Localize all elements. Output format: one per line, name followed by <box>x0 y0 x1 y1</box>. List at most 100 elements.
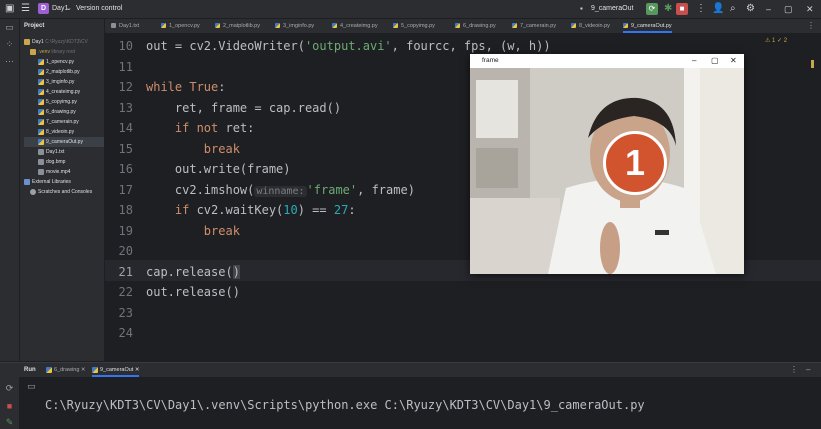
python-file-icon <box>38 58 44 65</box>
project-badge[interactable]: D <box>38 3 49 14</box>
frame-window[interactable]: frame – ▢ ✕ 1 <box>470 54 744 274</box>
close-icon[interactable]: ✕ <box>730 54 737 68</box>
code-line: out.write(frame) <box>146 162 291 176</box>
line-number: 10 <box>118 39 133 53</box>
tab-file[interactable]: 4_createimg.py <box>332 19 378 33</box>
maximize-icon[interactable]: ▢ <box>711 54 719 68</box>
tree-item-venv[interactable]: .venv library root <box>30 47 75 57</box>
line-number: 11 <box>118 59 133 74</box>
python-file-icon <box>38 108 44 115</box>
stop-icon[interactable]: ■ <box>4 401 15 412</box>
tab-day1-txt[interactable]: Day1.txt <box>111 19 139 33</box>
vcs-widget[interactable]: Version control <box>76 2 122 16</box>
tree-item-day1[interactable]: Day1 C:\Ryuzy\KDT3\CV <box>24 37 88 47</box>
gear-icon[interactable]: ⚙ <box>746 2 755 15</box>
tree-item-file[interactable]: 4_createimg.py <box>38 87 80 97</box>
inspection-status[interactable]: ⚠ 1 ✓ 2 <box>765 37 787 46</box>
text-file-icon <box>38 148 44 155</box>
tree-item-scratches[interactable]: Scratches and Consoles <box>30 187 92 197</box>
line-number: 14 <box>118 121 133 135</box>
python-file-icon <box>571 23 576 29</box>
python-icon <box>46 366 52 373</box>
line-number: 24 <box>118 326 133 340</box>
folder-icon[interactable]: ▭ <box>4 22 15 33</box>
run-toolbar: ⟳ ■ ✎ <box>0 377 19 429</box>
parameter-hint: winname: <box>254 185 307 197</box>
line-number: 20 <box>118 244 133 258</box>
scrollbar-marker[interactable] <box>811 60 814 68</box>
run-tab-6-drawing[interactable]: 6_drawing ✕ <box>46 363 86 377</box>
line-number: 16 <box>118 162 133 176</box>
project-panel-title[interactable]: Project <box>24 22 44 31</box>
tab-file[interactable]: 2_matplotlib.py <box>215 19 260 33</box>
console-output[interactable]: C:\Ryuzy\KDT3\CV\Day1\.venv\Scripts\pyth… <box>45 397 645 413</box>
line-number: 19 <box>118 223 133 238</box>
more-icon[interactable]: ⋮ <box>696 2 706 15</box>
line-number: 21 <box>118 264 133 279</box>
edit-icon[interactable]: ✎ <box>4 417 15 428</box>
python-file-icon <box>455 23 460 29</box>
run-tab-9-cameraout[interactable]: 9_cameraOut ✕ <box>92 363 140 377</box>
python-file-icon <box>38 68 44 75</box>
tree-item-file[interactable]: 8_videoin.py <box>38 127 74 137</box>
tree-item-file[interactable]: movie.mp4 <box>38 167 70 177</box>
line-number: 23 <box>118 305 133 320</box>
main-menu-icon[interactable]: ☰ <box>21 2 30 15</box>
line-number: 18 <box>118 203 133 217</box>
tab-menu-icon[interactable]: ⋮ <box>807 19 815 33</box>
tab-file[interactable]: 8_videoin.py <box>571 19 610 33</box>
minimize-icon[interactable]: – <box>692 54 696 68</box>
tab-file[interactable]: 3_imginfo.py <box>275 19 314 33</box>
stop-icon[interactable]: ■ <box>676 3 688 15</box>
minimize-icon[interactable]: – <box>806 363 810 377</box>
tree-item-file[interactable]: 6_drawing.py <box>38 107 76 117</box>
tab-file[interactable]: 1_opencv.py <box>161 19 200 33</box>
code-line: out.release() <box>146 285 240 299</box>
python-file-icon <box>512 23 517 29</box>
tree-item-file[interactable]: dog.bmp <box>38 157 65 167</box>
tab-file[interactable]: 6_drawing.py <box>455 19 496 33</box>
search-icon[interactable]: ⌕ <box>730 2 736 15</box>
code-line: if cv2.waitKey(10) == 27: <box>174 203 356 217</box>
rerun-icon[interactable]: ⟳ <box>4 383 15 394</box>
close-icon[interactable]: ✕ <box>81 367 86 373</box>
tab-file[interactable]: 7_camerain.py <box>512 19 556 33</box>
text-file-icon <box>111 23 116 29</box>
more-icon[interactable]: ⋮ <box>790 363 798 377</box>
step-number-badge: 1 <box>603 131 667 195</box>
python-file-icon <box>275 23 280 29</box>
python-file-icon <box>161 23 166 29</box>
tree-item-external-libraries[interactable]: External Libraries <box>24 177 71 187</box>
image-file-icon <box>38 158 44 165</box>
python-file-icon <box>38 138 44 145</box>
close-icon[interactable]: ✕ <box>806 2 814 16</box>
tree-item-file[interactable]: Day1.txt <box>38 147 64 157</box>
run-panel-title[interactable]: Run <box>24 363 36 377</box>
maximize-icon[interactable]: ▢ <box>784 2 793 16</box>
tab-active[interactable]: 9_cameraOut.py <box>623 19 672 33</box>
tree-item-file[interactable]: 2_matplotlib.py <box>38 67 80 77</box>
frame-window-titlebar[interactable]: frame – ▢ ✕ <box>470 54 744 68</box>
chevron-down-icon[interactable]: ⌄ <box>66 2 72 15</box>
python-icon: ▪ <box>580 4 583 13</box>
tree-item-file[interactable]: 5_copyimg.py <box>38 97 77 107</box>
tree-item-file[interactable]: 1_opencv.py <box>38 57 74 67</box>
editor-tabs: Day1.txt 1_opencv.py 2_matplotlib.py 3_i… <box>105 19 821 34</box>
tree-item-file[interactable]: 3_imginfo.py <box>38 77 74 87</box>
tree-item-selected[interactable]: 9_cameraOut.py <box>24 137 104 147</box>
tab-file[interactable]: 5_copyimg.py <box>393 19 435 33</box>
layout-icon[interactable]: ▭ <box>26 381 37 392</box>
close-icon[interactable]: ✕ <box>135 367 140 373</box>
debug-icon[interactable]: ✱ <box>664 2 672 15</box>
account-icon[interactable]: 👤 <box>712 2 724 15</box>
run-config-selector[interactable]: 9_cameraOut <box>591 2 633 16</box>
plugins-icon[interactable]: ⁘ <box>4 39 15 50</box>
tree-item-file[interactable]: 7_camerain.py <box>38 117 79 127</box>
minimize-icon[interactable]: – <box>766 2 771 16</box>
line-number: 17 <box>118 182 133 197</box>
project-panel: Project Day1 C:\Ryuzy\KDT3\CV .venv libr… <box>20 19 104 361</box>
more-tools-icon[interactable]: ⋯ <box>4 56 15 67</box>
folder-icon <box>30 48 36 55</box>
run-icon[interactable]: ⟳ <box>646 3 658 15</box>
code-line: while True: <box>146 80 226 94</box>
